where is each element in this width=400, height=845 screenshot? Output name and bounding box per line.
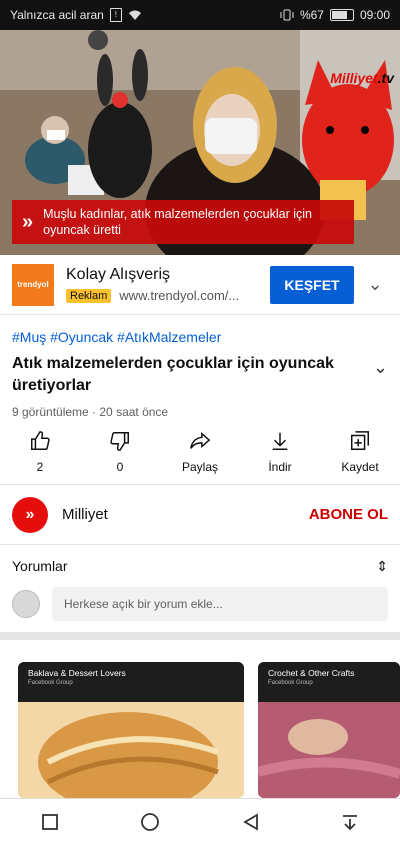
system-nav-bar [0, 798, 400, 845]
carrier-text: Yalnızca acil aran [10, 8, 104, 22]
vibrate-icon [280, 9, 294, 21]
ad-title[interactable]: Kolay Alışveriş [66, 266, 270, 284]
download-icon [272, 432, 288, 450]
back-icon[interactable] [242, 813, 260, 831]
battery-percent: %67 [299, 8, 324, 22]
channel-name[interactable]: Milliyet [62, 506, 309, 523]
like-count: 2 [36, 460, 44, 474]
expand-description-icon[interactable]: ⌄ [373, 357, 388, 397]
card-title: Crochet & Other Crafts [268, 668, 355, 678]
save-label: Kaydet [341, 460, 379, 474]
card-header: Crochet & Other Crafts Facebook Group [258, 662, 400, 702]
card-subtitle: Facebook Group [268, 680, 313, 686]
status-bar: Yalnızca acil aran ! %67 09:00 [0, 0, 400, 30]
channel-row[interactable]: » Milliyet ABONE OL [0, 485, 400, 545]
home-icon[interactable] [140, 812, 160, 832]
video-player[interactable]: Milliyet.tv » Muşlu kadınlar, atık malze… [0, 30, 400, 255]
subscribe-button[interactable]: ABONE OL [309, 506, 388, 523]
sim-icon: ! [109, 8, 122, 22]
avatar [12, 590, 40, 618]
wifi-icon [128, 10, 141, 20]
ad-badge: Reklam [66, 288, 112, 303]
suggested-cards: Baklava & Dessert Lovers Facebook Group … [0, 648, 400, 798]
download-label: İndir [268, 460, 292, 474]
comments-section[interactable]: Yorumlar ⇕ Herkese açık bir yorum ekle..… [0, 546, 400, 640]
save-button[interactable]: Kaydet [325, 430, 395, 474]
advertiser-logo[interactable]: trendyol [12, 263, 54, 306]
dislike-button[interactable]: 0 [85, 430, 155, 474]
caption-text: Muşlu kadınlar, atık malzemelerden çocuk… [43, 207, 313, 237]
video-title[interactable]: Atık malzemelerden çocuklar için oyuncak… [12, 353, 342, 397]
view-info: 9 görüntüleme · 20 saat önce [12, 405, 169, 419]
thumbs-down-icon [110, 432, 129, 451]
recent-apps-icon[interactable] [41, 813, 59, 831]
video-meta: #Muş #Oyuncak #AtıkMalzemeler Atık malze… [0, 315, 400, 419]
card-title: Baklava & Dessert Lovers [28, 668, 126, 678]
suggested-card-crochet[interactable]: Crochet & Other Crafts Facebook Group [258, 662, 400, 798]
share-button[interactable]: Paylaş [165, 430, 235, 474]
comment-input[interactable]: Herkese açık bir yorum ekle... [52, 587, 388, 621]
thumbs-up-icon [31, 431, 50, 450]
chevron-down-icon[interactable]: ⌄ [362, 274, 388, 295]
double-chevron-icon: » [22, 210, 34, 233]
expand-comments-icon[interactable]: ⇕ [376, 558, 388, 575]
card-subtitle: Facebook Group [28, 680, 73, 686]
save-playlist-icon [351, 431, 369, 450]
suggested-card-baklava[interactable]: Baklava & Dessert Lovers Facebook Group [18, 662, 244, 798]
video-caption: » Muşlu kadınlar, atık malzemelerden çoc… [12, 200, 354, 244]
explore-button[interactable]: KEŞFET [270, 265, 354, 304]
notification-shade-icon[interactable] [341, 813, 359, 831]
dislike-count: 0 [116, 460, 124, 474]
card-header: Baklava & Dessert Lovers Facebook Group [18, 662, 244, 702]
ad-url: www.trendyol.com/... [119, 288, 240, 303]
battery-fill [331, 11, 347, 19]
share-icon [190, 432, 211, 449]
channel-avatar[interactable]: » [12, 496, 48, 533]
download-button[interactable]: İndir [245, 430, 315, 474]
comments-header: Yorumlar [12, 558, 68, 574]
like-button[interactable]: 2 [5, 430, 75, 474]
ad-banner[interactable]: trendyol Kolay Alışveriş Reklam www.tren… [0, 255, 400, 315]
battery-icon [329, 9, 354, 21]
share-label: Paylaş [181, 460, 219, 474]
clock: 09:00 [359, 8, 390, 22]
hashtags[interactable]: #Muş #Oyuncak #AtıkMalzemeler [12, 329, 388, 345]
action-bar: 2 0 Paylaş İndir Kaydet [0, 420, 400, 485]
brand-watermark: Milliyet.tv [330, 70, 394, 86]
